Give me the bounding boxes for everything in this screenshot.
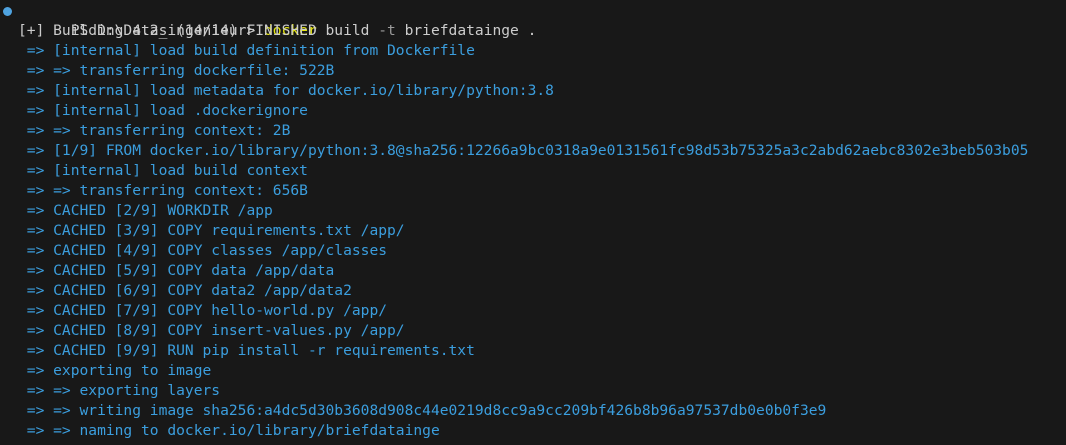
build-step-line: => [internal] load build context — [18, 162, 308, 179]
build-step-line: => exporting to image — [18, 362, 212, 379]
build-step-line: => => transferring context: 2B — [18, 122, 291, 139]
build-step-line: => CACHED [4/9] COPY classes /app/classe… — [18, 242, 388, 259]
command-status-dot-icon[interactable] — [3, 7, 12, 16]
build-step-line: => => transferring dockerfile: 522B — [18, 62, 335, 79]
terminal-output: PS D:\Data_ingenieur> docker build -t br… — [0, 1, 1066, 441]
build-step-line: => [internal] load metadata for docker.i… — [18, 82, 554, 99]
build-status-line: [+] Building 4.2s (14/14) FINISHED — [18, 22, 317, 39]
terminal-panel[interactable]: PS D:\Data_ingenieur> docker build -t br… — [0, 0, 1066, 445]
build-step-line: => CACHED [6/9] COPY data2 /app/data2 — [18, 282, 352, 299]
build-step-line: => => writing image sha256:a4dc5d30b3608… — [18, 402, 827, 419]
prompt-line: PS D:\Data_ingenieur> docker build -t br… — [0, 1, 1066, 39]
build-step-line: => CACHED [8/9] COPY insert-values.py /a… — [18, 322, 405, 339]
build-step-line: => CACHED [7/9] COPY hello-world.py /app… — [18, 302, 388, 319]
build-step-line: => [internal] load .dockerignore — [18, 102, 308, 119]
build-step-line: => CACHED [9/9] RUN pip install -r requi… — [18, 342, 475, 359]
build-step-line: => => transferring context: 656B — [18, 182, 308, 199]
build-step-line: => [internal] load build definition from… — [18, 42, 475, 59]
build-step-line: => => exporting layers — [18, 382, 221, 399]
build-step-line: => CACHED [2/9] WORKDIR /app — [18, 202, 273, 219]
build-step-line: => CACHED [3/9] COPY requirements.txt /a… — [18, 222, 405, 239]
build-step-line: => => naming to docker.io/library/briefd… — [18, 422, 440, 439]
build-step-line: => CACHED [5/9] COPY data /app/data — [18, 262, 335, 279]
build-step-line: => [1/9] FROM docker.io/library/python:3… — [18, 142, 1029, 159]
